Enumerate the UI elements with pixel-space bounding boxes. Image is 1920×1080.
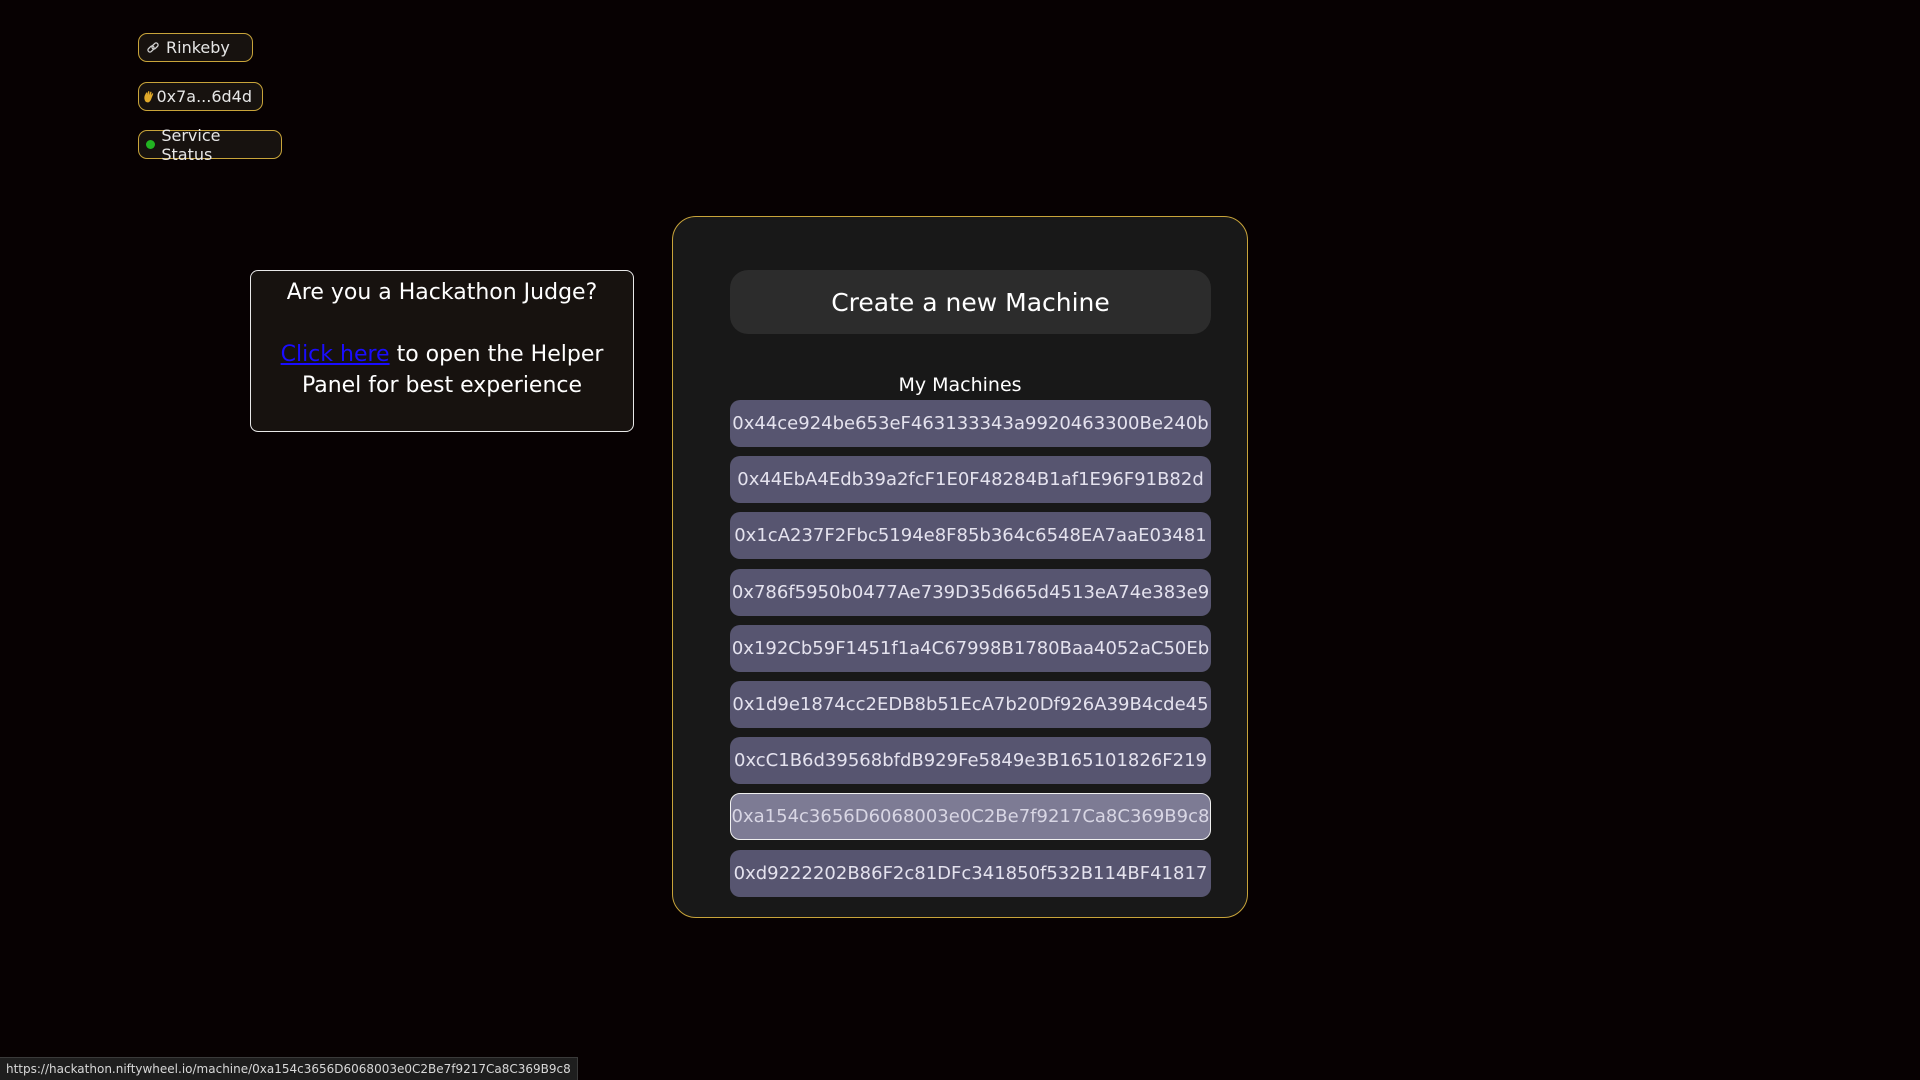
network-badge[interactable]: Rinkeby [138, 33, 253, 62]
status-dot-icon [144, 136, 157, 154]
service-status-badge[interactable]: Service Status [138, 126, 282, 164]
machine-item[interactable]: 0x1d9e1874cc2EDB8b51EcA7b20Df926A39B4cde… [730, 680, 1211, 728]
status-bar-url: https://hackathon.niftywheel.io/machine/… [0, 1057, 578, 1080]
machine-item[interactable]: 0x192Cb59F1451f1a4C67998B1780Baa4052aC50… [730, 624, 1211, 672]
helper-panel-link[interactable]: Click here [281, 342, 390, 367]
judge-helper-title: Are you a Hackathon Judge? [286, 280, 598, 305]
my-machines-heading: My Machines [898, 374, 1022, 396]
machine-item[interactable]: 0xd9222202B86F2c81DFc341850f532B114BF418… [730, 849, 1211, 897]
create-machine-button[interactable]: Create a new Machine [730, 270, 1211, 334]
network-label: Rinkeby [166, 38, 230, 57]
machine-item[interactable]: 0x44ce924be653eF463133343a9920463300Be24… [730, 400, 1211, 447]
link-icon [144, 39, 162, 57]
judge-helper-body: Click here to open the Helper Panel for … [251, 339, 633, 401]
machine-item[interactable]: 0xa154c3656D6068003e0C2Be7f9217Ca8C369B9… [730, 793, 1211, 841]
wallet-address-label: 0x7a...6d4d [156, 87, 252, 106]
waving-hand-icon [142, 88, 155, 106]
machines-panel: Create a new Machine My Machines 0x44ce9… [672, 216, 1248, 918]
machine-item[interactable]: 0x786f5950b0477Ae739D35d665d4513eA74e383… [730, 568, 1211, 616]
service-status-label: Service Status [161, 125, 221, 164]
machine-item[interactable]: 0xcC1B6d39568bfdB929Fe5849e3B165101826F2… [730, 737, 1211, 785]
machine-item[interactable]: 0x1cA237F2Fbc5194e8F85b364c6548EA7aaE034… [730, 512, 1211, 560]
machine-item[interactable]: 0x44EbA4Edb39a2fcF1E0F48284B1af1E96F91B8… [730, 456, 1211, 504]
wallet-badge[interactable]: 0x7a...6d4d [138, 82, 263, 111]
judge-helper-card: Are you a Hackathon Judge? Click here to… [250, 270, 634, 432]
machine-list: 0x44ce924be653eF463133343a9920463300Be24… [730, 400, 1211, 906]
